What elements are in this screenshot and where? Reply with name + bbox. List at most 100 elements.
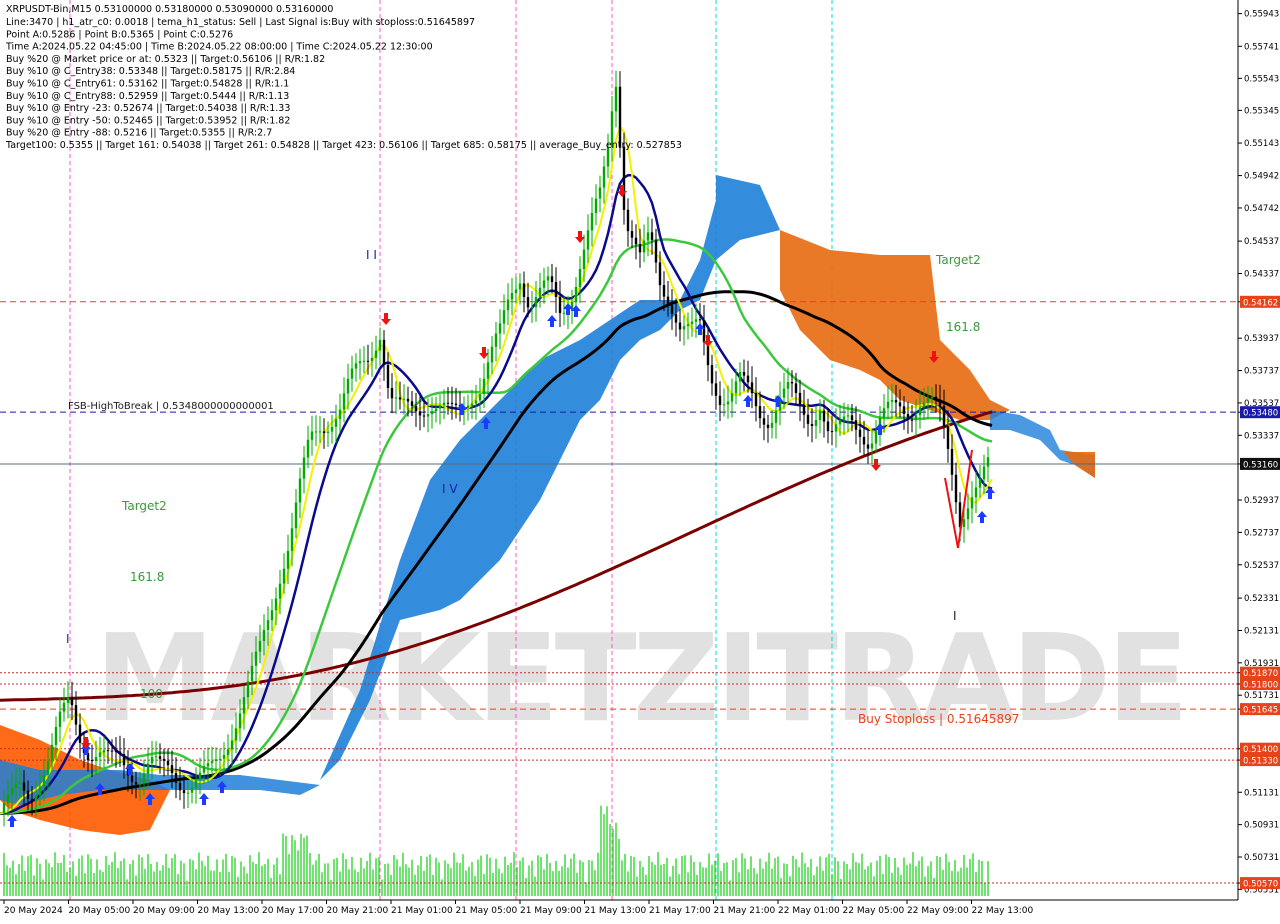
candle-body — [138, 783, 142, 785]
candle-body — [470, 403, 474, 406]
candle-body — [206, 763, 210, 767]
candle-body — [338, 409, 342, 420]
y-tick-label: 0.52937 — [1244, 496, 1279, 506]
candle-body — [886, 401, 890, 409]
candle-body — [242, 697, 246, 714]
candle-body — [630, 231, 634, 238]
candle-body — [50, 744, 54, 762]
candle-body — [974, 487, 978, 498]
price-level-tag-text: 0.51330 — [1243, 757, 1278, 767]
candle-body — [434, 408, 438, 412]
candle-body — [758, 406, 762, 419]
candle-body — [146, 763, 150, 774]
candle-body — [398, 397, 402, 400]
candle-body — [634, 237, 638, 245]
info-line: Buy %20 @ Market price or at: 0.5323 || … — [6, 54, 325, 65]
candle-body — [510, 293, 514, 300]
x-tick-label: 22 May 13:00 — [972, 906, 1034, 916]
candle-body — [842, 416, 846, 421]
candle-body — [342, 393, 346, 410]
candle-body — [794, 383, 798, 393]
x-tick-label: 20 May 09:00 — [133, 906, 195, 916]
y-tick-label: 0.52331 — [1244, 594, 1279, 604]
price-chart[interactable]: MARKETZITRADE FSB-HighToBreak | 0.534800… — [0, 0, 1280, 920]
candle-body — [474, 400, 478, 404]
candle-body — [562, 312, 566, 314]
candle-body — [270, 610, 274, 621]
price-level-tag-text: 0.53480 — [1243, 409, 1278, 419]
info-line: Time A:2024.05.22 04:45:00 | Time B:2024… — [5, 42, 433, 53]
x-tick-label: 22 May 01:00 — [778, 906, 840, 916]
fib-161-left-label: 161.8 — [130, 570, 164, 584]
x-tick-label: 20 May 17:00 — [262, 906, 324, 916]
candle-body — [978, 479, 982, 488]
y-tick-label: 0.55741 — [1244, 42, 1279, 52]
candle-body — [818, 410, 822, 420]
price-level-tag-text: 0.51800 — [1243, 681, 1278, 691]
price-axis: 0.55943 0.55741 0.55543 0.55345 0.55143 0.549… — [1237, 0, 1280, 900]
candle-body — [386, 365, 390, 388]
candle-body — [530, 306, 534, 308]
candle-body — [514, 289, 518, 294]
candle-body — [58, 711, 62, 727]
y-tick-label: 0.54337 — [1244, 270, 1279, 280]
candle-body — [698, 319, 702, 321]
candle-body — [718, 395, 722, 405]
candle-body — [14, 783, 18, 788]
candle-body — [546, 276, 550, 281]
y-tick-label: 0.52737 — [1244, 528, 1279, 538]
candle-body — [298, 478, 302, 503]
candle-body — [802, 405, 806, 415]
candle-body — [266, 620, 270, 630]
candle-body — [118, 751, 122, 755]
fib-161-right-label: 161.8 — [946, 320, 980, 334]
x-tick-label: 22 May 09:00 — [907, 906, 969, 916]
candle-body — [238, 713, 242, 729]
candle-body — [370, 357, 374, 361]
candle-body — [442, 402, 446, 406]
info-line: Point A:0.5286 | Point B:0.5365 | Point … — [6, 29, 233, 40]
candle-body — [46, 761, 50, 775]
candle-body — [810, 424, 814, 427]
time-axis: 20 May 2024 20 May 05:00 20 May 09:00 20 Ma… — [0, 899, 1280, 920]
candle-body — [274, 598, 278, 611]
y-tick-label: 0.54942 — [1244, 172, 1279, 182]
candle-body — [18, 782, 22, 784]
candle-body — [166, 760, 170, 766]
candle-body — [806, 414, 810, 424]
candle-body — [374, 350, 378, 358]
info-line: Line:3470 | h1_atr_c0: 0.0018 | tema_h1_… — [6, 17, 475, 28]
candle-body — [402, 398, 406, 400]
candle-body — [358, 361, 362, 364]
x-tick-label: 20 May 13:00 — [198, 906, 260, 916]
candle-body — [834, 424, 838, 432]
candle-body — [26, 790, 30, 799]
candle-body — [642, 240, 646, 253]
candle-body — [246, 681, 250, 698]
info-line: Buy %10 @ Entry -50: 0.52465 || Target:0… — [6, 115, 290, 126]
info-line: Buy %20 @ Entry -88: 0.5216 || Target:0.… — [6, 128, 272, 139]
candle-body — [438, 405, 442, 409]
candle-body — [422, 415, 426, 417]
candle-body — [234, 728, 238, 741]
candle-body — [766, 424, 770, 428]
target2-right-label: Target2 — [935, 253, 981, 267]
candle-body — [230, 740, 234, 750]
info-line: Buy %10 @ C_Entry88: 0.52959 || Target:0… — [6, 91, 289, 102]
candle-body — [614, 86, 618, 112]
candle-body — [578, 269, 582, 287]
candle-body — [70, 697, 74, 706]
x-tick-label: 21 May 01:00 — [391, 906, 453, 916]
candle-body — [170, 765, 174, 774]
candle-body — [914, 415, 918, 421]
candle-body — [658, 262, 662, 286]
candle-body — [294, 502, 298, 529]
candle-body — [722, 404, 726, 406]
candle-body — [946, 426, 950, 449]
candle-body — [2, 803, 6, 814]
candle-body — [346, 378, 350, 394]
candle-body — [770, 422, 774, 428]
x-tick-label: 21 May 17:00 — [649, 906, 711, 916]
candle-body — [738, 372, 742, 382]
candle-body — [942, 405, 946, 427]
